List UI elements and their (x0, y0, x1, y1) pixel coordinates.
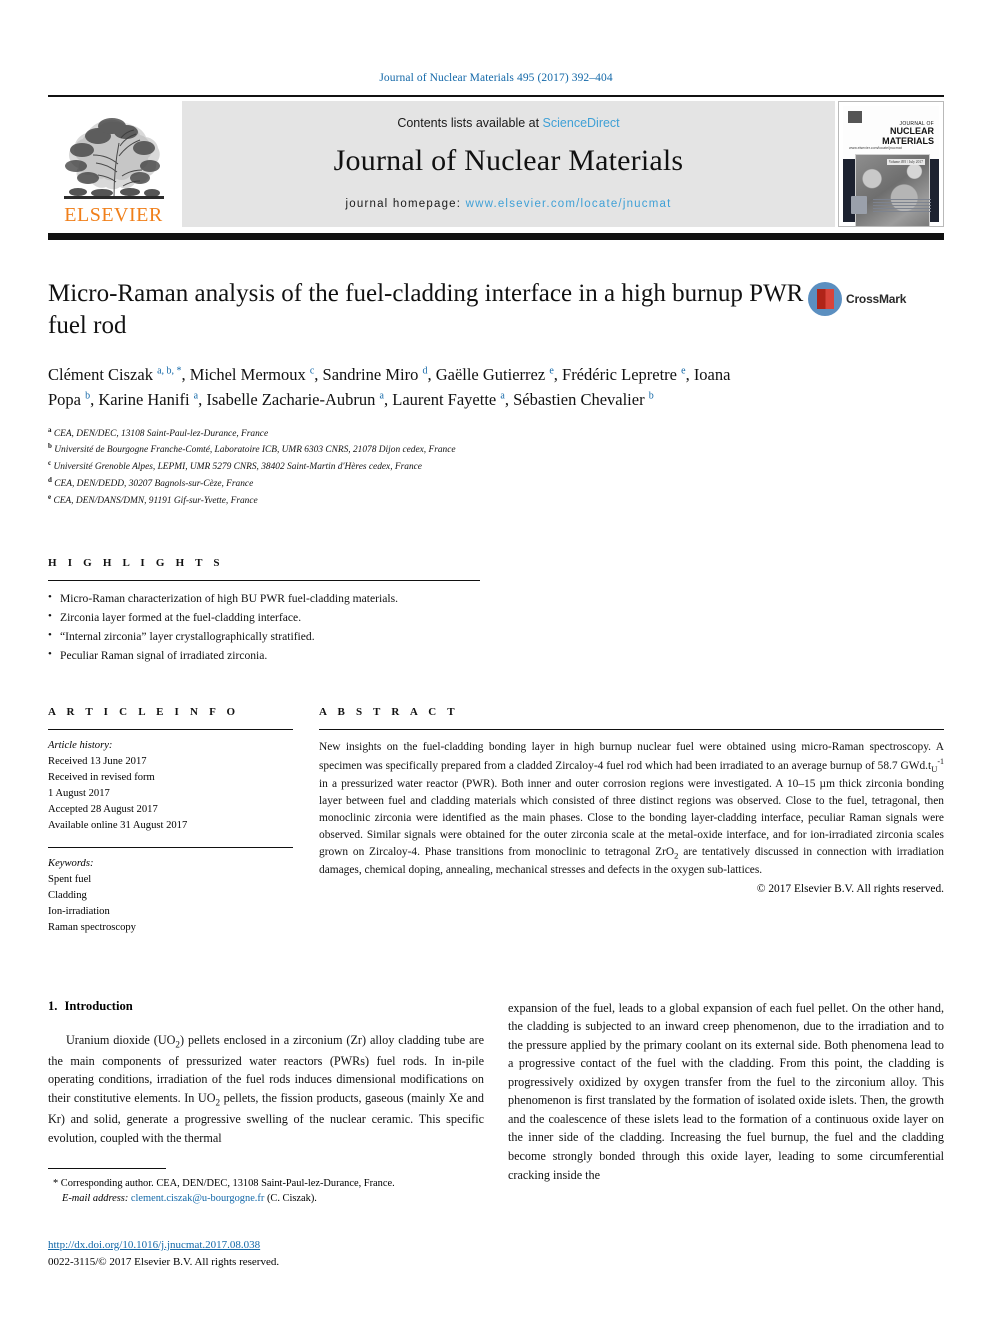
body-column-left: 1. Introduction Uranium dioxide (UO2) pel… (48, 999, 484, 1184)
affiliation-item: c Université Grenoble Alpes, LEPMI, UMR … (48, 458, 944, 475)
history-item: Available online 31 August 2017 (48, 820, 188, 832)
list-item: Micro-Raman characterization of high BU … (48, 589, 944, 609)
keyword-item: Ion-irradiation (48, 906, 110, 918)
highlights-section: H I G H L I G H T S Micro-Raman characte… (48, 557, 944, 665)
cover-inner: JOURNAL OF NUCLEAR MATERIALS www.elsevie… (843, 106, 939, 226)
keyword-item: Spent fuel (48, 874, 92, 886)
history-item: Received in revised form (48, 771, 155, 783)
running-head: Journal of Nuclear Materials 495 (2017) … (379, 72, 613, 84)
crossmark-icon (808, 282, 842, 316)
cover-micrograph-image: Volume 495 / July 2017 (855, 154, 930, 226)
highlights-label: H I G H L I G H T S (48, 557, 224, 570)
section-heading-introduction: 1. Introduction (48, 999, 484, 1014)
affiliation-text: Université Grenoble Alpes, LEPMI, UMR 52… (53, 462, 422, 473)
highlights-rule (48, 580, 480, 582)
crossmark-label: CrossMark (846, 292, 907, 306)
journal-homepage-url[interactable]: www.elsevier.com/locate/jnucmat (466, 198, 672, 210)
list-item: Zirconia layer formed at the fuel-claddi… (48, 608, 944, 628)
cover-footer (851, 196, 931, 214)
keywords-block: Keywords: Spent fuel Cladding Ion-irradi… (48, 856, 293, 936)
body-column-right: expansion of the fuel, leads to a global… (508, 999, 944, 1184)
corresponding-author-text: * Corresponding author. CEA, DEN/DEC, 13… (53, 1178, 395, 1189)
doi-block: http://dx.doi.org/10.1016/j.jnucmat.2017… (48, 1237, 279, 1270)
article-history-block: Article history: Received 13 June 2017 R… (48, 738, 293, 835)
journal-banner: Contents lists available at ScienceDirec… (182, 101, 835, 227)
keyword-item: Raman spectroscopy (48, 922, 136, 934)
title-area: Micro-Raman analysis of the fuel-claddin… (48, 278, 944, 341)
highlights-list: Micro-Raman characterization of high BU … (48, 589, 944, 666)
abstract-text: New insights on the fuel-cladding bondin… (319, 740, 945, 877)
cover-figure-label: Volume 495 / July 2017 (886, 159, 925, 165)
email-label: E-mail address: (62, 1193, 129, 1205)
body-paragraph: expansion of the fuel, leads to a global… (508, 1000, 944, 1182)
contents-available-line: Contents lists available at ScienceDirec… (397, 116, 619, 130)
affiliation-item: a CEA, DEN/DEC, 13108 Saint-Paul-lez-Dur… (48, 425, 944, 442)
abstract-rule (319, 728, 944, 730)
affiliation-item: d CEA, DEN/DEDD, 30207 Bagnols-sur-Cèze,… (48, 475, 944, 492)
info-abstract-row: A R T I C L E I N F O Article history: R… (48, 706, 944, 937)
sciencedirect-link[interactable]: ScienceDirect (543, 116, 620, 130)
page-title: Micro-Raman analysis of the fuel-claddin… (48, 280, 804, 339)
affiliation-text: CEA, DEN/DEC, 13108 Saint-Paul-lez-Duran… (53, 428, 269, 439)
article-info-rule (48, 728, 293, 730)
footnote-block: * Corresponding author. CEA, DEN/DEC, 13… (48, 1168, 468, 1207)
keyword-item: Cladding (48, 890, 87, 902)
email-link[interactable]: clement.ciszak@u-bourgogne.fr (131, 1193, 264, 1204)
history-item: 1 August 2017 (48, 787, 110, 799)
affiliation-text: CEA, DEN/DEDD, 30207 Bagnols-sur-Cèze, F… (54, 479, 254, 490)
section-title: Introduction (64, 998, 133, 1013)
cover-title-line2: NUCLEAR MATERIALS (882, 126, 934, 146)
cover-subtitle: www.elsevier.com/locate/jnucmat (849, 146, 902, 150)
journal-cover-thumbnail: JOURNAL OF NUCLEAR MATERIALS www.elsevie… (838, 101, 944, 227)
affiliation-item: b Université de Bourgogne Franche-Comté,… (48, 441, 944, 458)
cover-footer-emblem-icon (851, 196, 867, 214)
body-paragraph: Uranium dioxide (UO2) pellets enclosed i… (48, 1032, 484, 1145)
abstract-section: A B S T R A C T New insights on the fuel… (319, 706, 944, 937)
affiliation-text: CEA, DEN/DANS/DMN, 91191 Gif-sur-Yvette,… (53, 496, 258, 507)
affiliation-text: Université de Bourgogne Franche-Comté, L… (54, 445, 456, 456)
issn-copyright-line: 0022-3115/© 2017 Elsevier B.V. All right… (48, 1255, 280, 1268)
keywords-label: Keywords: (48, 858, 94, 870)
section-number: 1. (48, 998, 58, 1013)
corresponding-author-note: * Corresponding author. CEA, DEN/DEC, 13… (48, 1176, 468, 1207)
crossmark-badge[interactable]: CrossMark (808, 282, 906, 316)
contents-prefix: Contents lists available at (397, 116, 543, 130)
doi-link[interactable]: http://dx.doi.org/10.1016/j.jnucmat.2017… (48, 1239, 260, 1251)
affiliation-marker: b (48, 442, 52, 451)
cover-footer-lines (873, 199, 931, 214)
article-info-section: A R T I C L E I N F O Article history: R… (48, 706, 293, 937)
author-list: Clément Ciszak a, b, *, Michel Mermoux c… (48, 365, 731, 409)
journal-homepage-line: journal homepage: www.elsevier.com/locat… (346, 198, 672, 210)
journal-title: Journal of Nuclear Materials (333, 144, 684, 177)
abstract-copyright: © 2017 Elsevier B.V. All rights reserved… (756, 883, 944, 896)
body-columns: 1. Introduction Uranium dioxide (UO2) pel… (48, 999, 944, 1184)
list-item: Peculiar Raman signal of irradiated zirc… (48, 646, 944, 666)
journal-masthead: ELSEVIER Contents lists available at Sci… (48, 95, 944, 227)
homepage-prefix: journal homepage: (345, 198, 466, 210)
affiliation-marker: d (48, 476, 52, 485)
article-history-label: Article history: (48, 739, 113, 751)
abstract-label: A B S T R A C T (319, 705, 459, 718)
affiliation-marker: a (48, 425, 52, 434)
masthead-bottom-rule (48, 233, 944, 240)
elsevier-tree-icon (63, 118, 164, 199)
history-item: Received 13 June 2017 (48, 755, 147, 767)
history-item: Accepted 28 August 2017 (48, 803, 158, 815)
email-suffix: (C. Ciszak). (266, 1193, 317, 1205)
affiliation-list: a CEA, DEN/DEC, 13108 Saint-Paul-lez-Dur… (48, 425, 944, 510)
cover-title: JOURNAL OF NUCLEAR MATERIALS (849, 121, 934, 146)
list-item: “Internal zirconia” layer crystallograph… (48, 627, 944, 647)
affiliation-marker: e (48, 493, 52, 502)
journal-article-page: Journal of Nuclear Materials 495 (2017) … (0, 0, 992, 1323)
affiliation-item: e CEA, DEN/DANS/DMN, 91191 Gif-sur-Yvett… (48, 492, 944, 509)
elsevier-logo: ELSEVIER (48, 101, 179, 227)
article-info-label: A R T I C L E I N F O (48, 705, 240, 718)
affiliation-marker: c (48, 459, 52, 468)
footnote-rule (48, 1168, 166, 1169)
article-info-separator (48, 847, 293, 849)
elsevier-wordmark: ELSEVIER (64, 204, 163, 226)
